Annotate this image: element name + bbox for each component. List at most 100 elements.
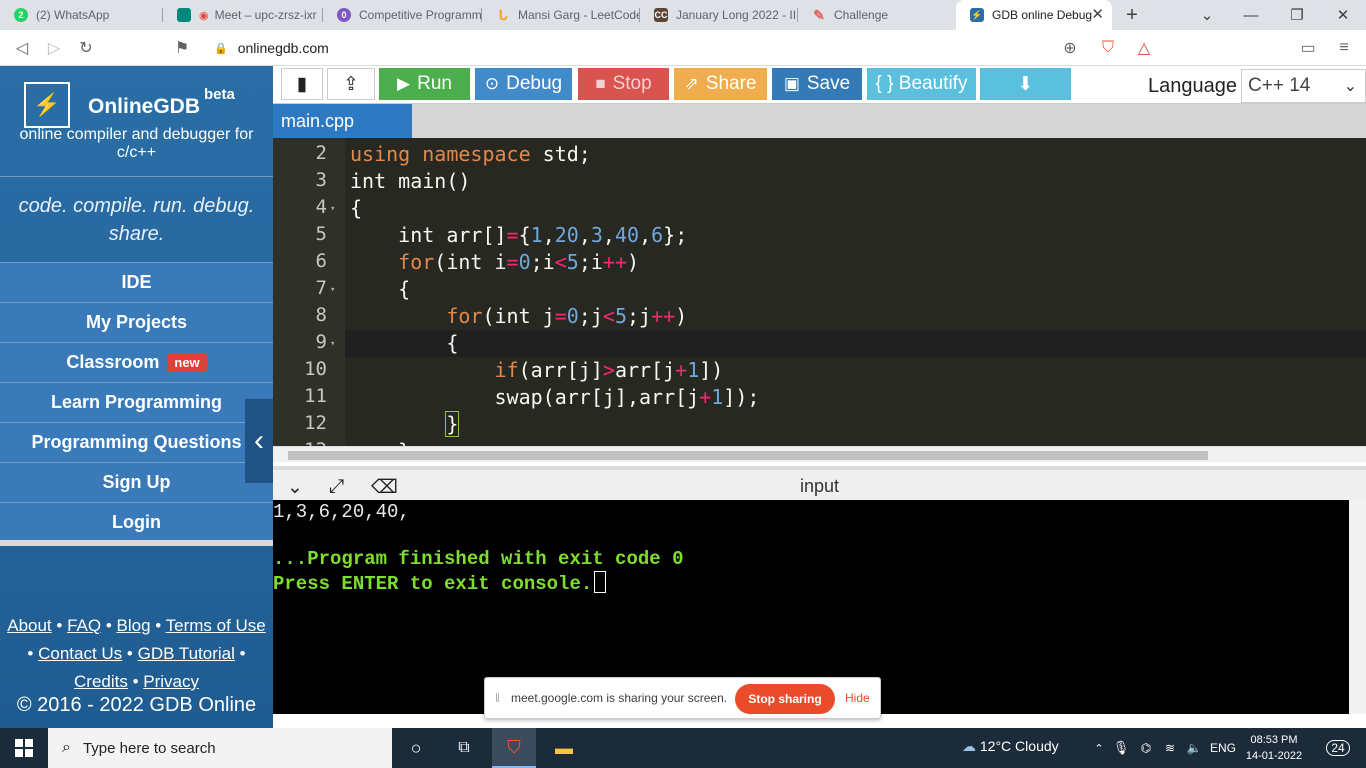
cortana-icon[interactable]: ○ xyxy=(398,728,434,768)
sidebar-item-classroom[interactable]: Classroom new xyxy=(0,342,273,382)
volume-icon[interactable]: 🔈 xyxy=(1184,728,1204,768)
share-button[interactable]: ⇗ Share xyxy=(674,68,767,100)
search-placeholder: Type here to search xyxy=(82,739,216,757)
drag-handle-icon[interactable]: ‖ xyxy=(495,691,500,705)
sidebar-item-my-projects[interactable]: My Projects xyxy=(0,302,273,342)
zoom-icon[interactable]: ⊕ xyxy=(1060,38,1080,58)
console-vertical-scrollbar[interactable] xyxy=(1349,500,1366,714)
task-view-icon[interactable]: ⧉ xyxy=(446,728,482,768)
sidebar-item-login[interactable]: Login xyxy=(0,502,273,542)
browser-tab-whatsapp[interactable]: 2 (2) WhatsApp xyxy=(0,0,163,30)
debug-button[interactable]: ⊙ Debug xyxy=(475,68,572,100)
address-bar[interactable]: 🔒 onlinegdb.com xyxy=(200,34,1090,62)
save-button[interactable]: ▣ Save xyxy=(772,68,862,100)
about-link[interactable]: About xyxy=(7,616,51,635)
browser-tab-codechef[interactable]: CC January Long 2022 - II xyxy=(640,0,798,30)
brave-shield-icon[interactable]: ⛉ xyxy=(1098,38,1118,58)
close-window-icon[interactable]: ✕ xyxy=(1320,0,1366,30)
chevron-down-icon: ⌄ xyxy=(1343,78,1357,95)
language-select[interactable]: C++ 14 ⌄ xyxy=(1241,69,1366,103)
code-line: for(int j=0;j<5;j++) xyxy=(446,304,688,328)
stop-sharing-button[interactable]: Stop sharing xyxy=(735,684,835,714)
sidebar-item-sign-up[interactable]: Sign Up xyxy=(0,462,273,502)
browser-tab-gdb[interactable]: ⚡ GDB online Debug ✕ xyxy=(956,0,1112,30)
language-indicator[interactable]: ENG xyxy=(1208,728,1238,768)
faq-link[interactable]: FAQ xyxy=(67,616,101,635)
browser-tab-leetcode[interactable]: ᒐ Mansi Garg - LeetCode xyxy=(482,0,640,30)
brand-name[interactable]: OnlineGDBbeta xyxy=(88,86,235,119)
terms-link[interactable]: Terms of Use xyxy=(166,616,266,635)
windows-start-icon[interactable] xyxy=(0,728,48,768)
program-output: 1,3,6,20,40, xyxy=(273,501,410,523)
blog-link[interactable]: Blog xyxy=(117,616,151,635)
code-line: swap(arr[j],arr[j+1]); xyxy=(350,385,760,409)
collapse-sidebar-button[interactable]: ‹ xyxy=(245,399,273,483)
new-file-button[interactable]: ▮ xyxy=(281,68,323,100)
divider xyxy=(0,540,273,546)
network-icon[interactable]: ⌬ xyxy=(1136,728,1156,768)
fold-arrow-icon[interactable]: ▾ xyxy=(330,285,335,295)
line-number: 7 xyxy=(315,277,327,299)
editor-horizontal-scrollbar[interactable] xyxy=(273,446,1366,462)
hide-banner-button[interactable]: Hide xyxy=(845,691,870,705)
tab-search-icon[interactable]: ⌄ xyxy=(1184,0,1230,30)
notifications-icon[interactable]: 24 xyxy=(1318,728,1358,768)
code-line: } xyxy=(350,438,410,446)
code-line: if(arr[j]>arr[j+1]) xyxy=(494,358,724,382)
microphone-icon[interactable]: 🎙 xyxy=(1112,728,1130,768)
back-icon[interactable]: ◁ xyxy=(12,38,32,58)
fold-arrow-icon[interactable]: ▾ xyxy=(330,339,335,349)
upload-button[interactable]: ⇪ xyxy=(327,68,375,100)
wifi-icon[interactable]: ≋ xyxy=(1160,728,1180,768)
contact-link[interactable]: Contact Us xyxy=(38,644,122,663)
run-button[interactable]: ▶ Run xyxy=(379,68,470,100)
sidebar-item-programming-questions[interactable]: Programming Questions xyxy=(0,422,273,462)
save-icon: ▣ xyxy=(783,74,800,93)
code-line: int main() xyxy=(350,169,471,193)
browser-tab-strip: 2 (2) WhatsApp ◉ Meet – upc-zrsz-ixr 0 C… xyxy=(0,0,1366,30)
menu-icon[interactable]: ≡ xyxy=(1334,38,1354,58)
file-tab-main-cpp[interactable]: main.cpp xyxy=(273,104,412,138)
wallet-icon[interactable]: ▭ xyxy=(1298,38,1318,58)
privacy-link[interactable]: Privacy xyxy=(143,672,199,691)
new-badge: new xyxy=(167,353,207,372)
onlinegdb-logo-icon[interactable]: ⚡ xyxy=(24,82,70,128)
share-icon: ⇗ xyxy=(684,74,699,93)
credits-link[interactable]: Credits xyxy=(74,672,128,691)
browser-tab-meet[interactable]: ◉ Meet – upc-zrsz-ixr xyxy=(163,0,323,30)
minimize-icon[interactable]: — xyxy=(1228,0,1274,30)
bookmark-icon[interactable]: ⚑ xyxy=(172,38,192,58)
leetcode-icon: ᒐ xyxy=(498,6,508,23)
sidebar-item-ide[interactable]: IDE xyxy=(0,262,273,302)
file-explorer-icon[interactable]: ▬ xyxy=(542,728,586,768)
close-tab-icon[interactable]: ✕ xyxy=(1091,7,1104,22)
fold-arrow-icon[interactable]: ▾ xyxy=(330,204,335,214)
clock[interactable]: 08:53 PM 14-01-2022 xyxy=(1244,732,1304,764)
reload-icon[interactable]: ↻ xyxy=(76,38,96,58)
beta-label: beta xyxy=(204,86,235,103)
sidebar-item-learn-programming[interactable]: Learn Programming xyxy=(0,382,273,422)
brave-rewards-icon[interactable]: △ xyxy=(1134,38,1154,58)
upload-icon: ⇪ xyxy=(343,73,359,95)
restore-icon[interactable]: ❐ xyxy=(1274,0,1320,30)
tab-label: January Long 2022 - II xyxy=(676,8,797,22)
weather-widget[interactable]: ☁ 12°C Cloudy xyxy=(962,738,1059,755)
download-button[interactable]: ⬇ xyxy=(980,68,1071,100)
forward-icon[interactable]: ▷ xyxy=(44,38,64,58)
chevron-up-icon[interactable]: ⌃ xyxy=(1090,728,1108,768)
stop-button[interactable]: ■ Stop xyxy=(578,68,669,100)
tutorial-link[interactable]: GDB Tutorial xyxy=(138,644,235,663)
scrollbar-thumb[interactable] xyxy=(288,451,1208,460)
line-number: 9 xyxy=(315,331,327,353)
browser-tab-challenge[interactable]: ✎ Challenge xyxy=(798,0,954,30)
sidebar: ⚡ OnlineGDBbeta online compiler and debu… xyxy=(0,66,273,728)
brave-taskbar-icon[interactable]: ⛉ xyxy=(492,728,536,768)
lock-icon: 🔒 xyxy=(214,42,228,55)
ide-toolbar: ▮ ⇪ ▶ Run ⊙ Debug ■ Stop ⇗ Share ▣ Save { } B… xyxy=(273,66,1366,104)
browser-tab-competitive[interactable]: 0 Competitive Programm xyxy=(323,0,482,30)
file-icon: ▮ xyxy=(296,73,308,95)
beautify-button[interactable]: { } Beautify xyxy=(867,68,976,100)
new-tab-icon[interactable]: + xyxy=(1112,0,1152,30)
code-editor[interactable]: 2 3 4 ▾ 5 6 7 ▾ 8 9 ▾ 10 11 12 13 using … xyxy=(273,138,1366,446)
taskbar-search[interactable]: ⌕ Type here to search xyxy=(48,728,392,768)
